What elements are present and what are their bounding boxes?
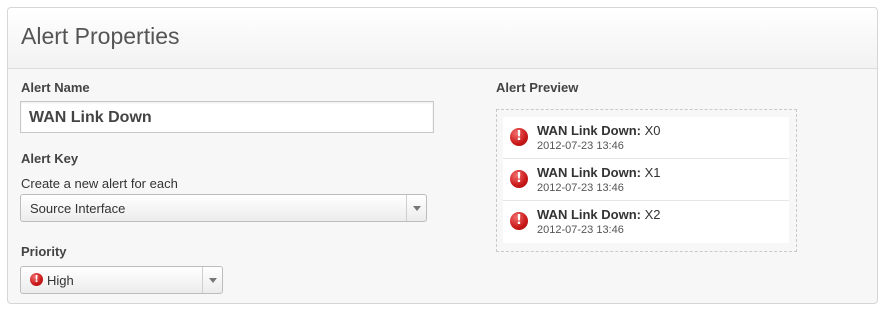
list-item: ! WAN Link Down: X0 2012-07-23 13:46 (503, 117, 789, 159)
alert-key-selected-value: Source Interface (30, 201, 126, 216)
preview-item-name: WAN Link Down: (537, 207, 641, 222)
preview-item-suffix: X2 (644, 207, 661, 222)
alert-preview-list: ! WAN Link Down: X0 2012-07-23 13:46 ! W… (503, 117, 789, 243)
preview-item-title: WAN Link Down: X1 (537, 165, 661, 180)
priority-dropdown-button[interactable] (202, 267, 222, 293)
alert-preview-box: ! WAN Link Down: X0 2012-07-23 13:46 ! W… (496, 109, 797, 252)
chevron-down-icon (209, 278, 217, 283)
alert-properties-panel: Alert Properties Alert Name WAN Link Dow… (7, 7, 878, 304)
preview-item-title: WAN Link Down: X0 (537, 123, 661, 138)
preview-item-timestamp: 2012-07-23 13:46 (537, 140, 624, 152)
exclamation-icon: ! (30, 273, 43, 286)
preview-item-title: WAN Link Down: X2 (537, 207, 661, 222)
exclamation-icon: ! (510, 212, 528, 230)
priority-label: Priority (21, 244, 67, 259)
alert-key-dropdown-button[interactable] (406, 195, 426, 221)
alert-key-label: Alert Key (21, 151, 79, 166)
preview-item-name: WAN Link Down: (537, 165, 641, 180)
preview-item-timestamp: 2012-07-23 13:46 (537, 182, 624, 194)
list-item: ! WAN Link Down: X2 2012-07-23 13:46 (503, 201, 789, 243)
exclamation-icon: ! (510, 128, 528, 146)
alert-name-label: Alert Name (21, 80, 90, 95)
preview-item-name: WAN Link Down: (537, 123, 641, 138)
alert-name-input[interactable]: WAN Link Down (20, 101, 434, 133)
page-title: Alert Properties (21, 23, 180, 49)
preview-item-suffix: X0 (644, 123, 661, 138)
alert-key-help-text: Create a new alert for each (21, 176, 178, 191)
list-item: ! WAN Link Down: X1 2012-07-23 13:46 (503, 159, 789, 201)
preview-item-suffix: X1 (644, 165, 661, 180)
chevron-down-icon (413, 206, 421, 211)
preview-item-timestamp: 2012-07-23 13:46 (537, 224, 624, 236)
panel-header: Alert Properties (8, 8, 877, 69)
alert-preview-label: Alert Preview (496, 80, 579, 95)
priority-select[interactable]: ! High (20, 266, 223, 294)
alert-key-select[interactable]: Source Interface (20, 194, 427, 222)
priority-selected-value: High (47, 273, 74, 288)
exclamation-icon: ! (510, 170, 528, 188)
